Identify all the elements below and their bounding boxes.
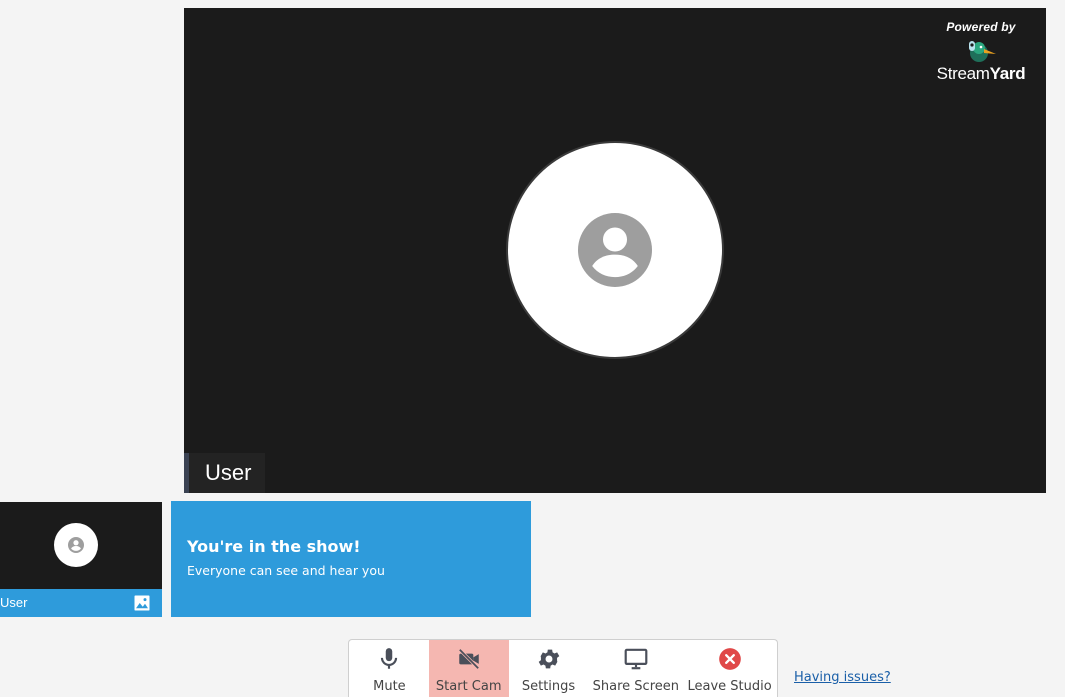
in-show-banner: You're in the show! Everyone can see and… [171, 501, 531, 617]
studio-toolbar: Mute Start Cam Settings Share Screen Lea… [348, 639, 778, 697]
gear-icon [538, 649, 559, 669]
participant-thumbnail[interactable]: User [0, 502, 162, 617]
thumbnail-name-bar: User [0, 589, 162, 617]
streamyard-wordmark: StreamYard [926, 64, 1036, 84]
mute-button[interactable]: Mute [350, 640, 429, 697]
settings-label: Settings [521, 679, 576, 694]
thumbnail-avatar [54, 523, 98, 567]
share-screen-button[interactable]: Share Screen [588, 640, 683, 697]
banner-subtitle: Everyone can see and hear you [187, 563, 385, 578]
brand-stream: Stream [936, 64, 990, 83]
thumbnail-name: User [0, 595, 28, 610]
main-stage: Powered by StreamYard User [184, 8, 1046, 493]
having-issues-link[interactable]: Having issues? [794, 670, 891, 685]
account-circle-icon [578, 213, 652, 287]
banner-title: You're in the show! [187, 537, 361, 556]
image-icon[interactable] [133, 594, 151, 612]
streamyard-duck-logo-icon [969, 41, 996, 62]
mute-label: Mute [373, 679, 406, 694]
settings-button[interactable]: Settings [509, 640, 589, 697]
powered-by-text: Powered by [946, 20, 1016, 34]
brand-yard: Yard [989, 64, 1026, 83]
camera-off-icon [457, 648, 480, 670]
participant-name-tag: User [184, 453, 266, 493]
participant-avatar [506, 141, 724, 359]
powered-by-logo: Powered by StreamYard [926, 20, 1036, 84]
start-cam-button[interactable]: Start Cam [428, 640, 509, 697]
close-circle-icon [718, 648, 741, 670]
leave-studio-button[interactable]: Leave Studio [683, 640, 776, 697]
account-circle-icon [68, 537, 84, 553]
microphone-icon [381, 648, 398, 669]
start-cam-label: Start Cam [435, 679, 502, 694]
share-screen-label: Share Screen [592, 679, 679, 694]
leave-studio-label: Leave Studio [687, 679, 772, 694]
monitor-icon [624, 648, 648, 670]
studio-root: Powered by StreamYard User User You're i… [0, 0, 1065, 697]
